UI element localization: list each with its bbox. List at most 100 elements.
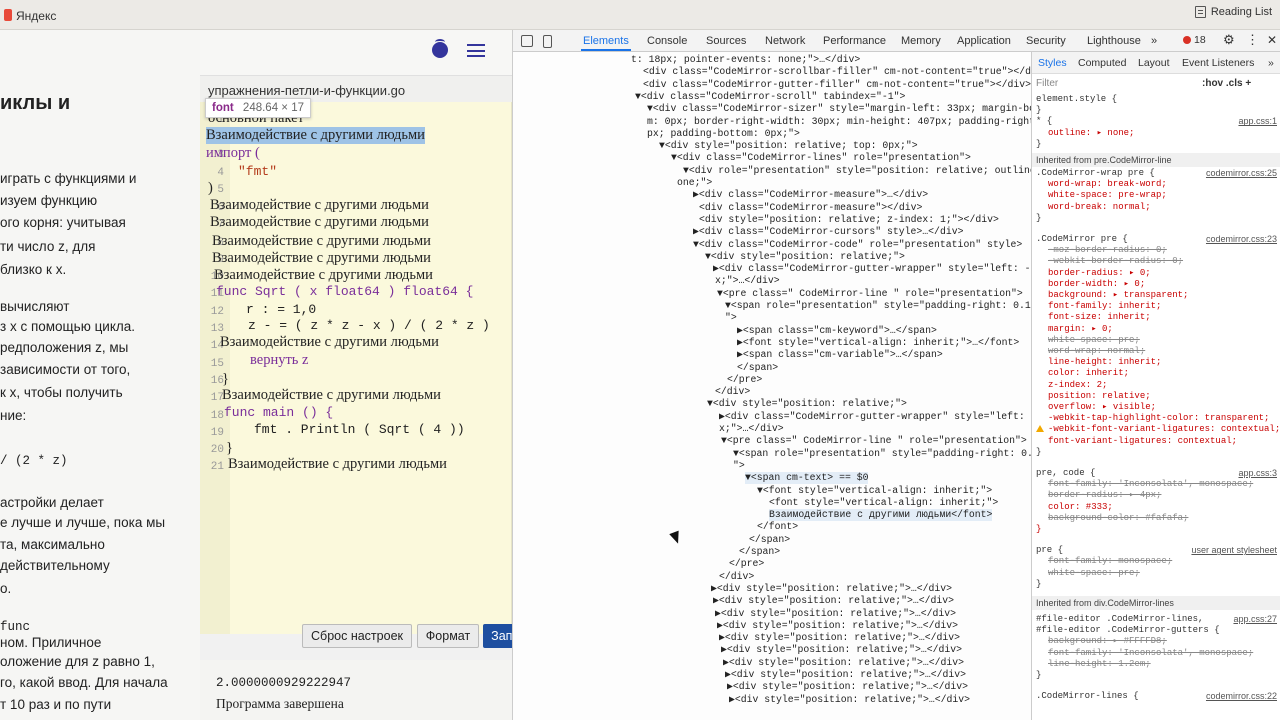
css-selector[interactable]: .CodeMirror pre {: [1036, 234, 1128, 245]
css-declaration[interactable]: }: [1036, 447, 1041, 458]
code-editor[interactable]: 1 2 3 4 5 6 7 8 9 10 11 12 13 14 15 16 1…: [200, 102, 512, 634]
dom-node-line[interactable]: <div class="CodeMirror-scrollbar-filler"…: [643, 66, 1031, 78]
tab-security[interactable]: Security: [1026, 35, 1066, 47]
error-count-badge[interactable]: 18: [1183, 34, 1206, 46]
dom-node-line[interactable]: ▶<div style="position: relative;">…</div…: [713, 595, 954, 607]
dom-node-line[interactable]: </pre>: [727, 374, 762, 386]
css-declaration[interactable]: border-radius: ▸ 0;: [1048, 268, 1151, 279]
dom-node-line[interactable]: ▼<font style="vertical-align: inherit;">: [757, 485, 992, 497]
dom-node-line[interactable]: ▶<div class="CodeMirror-cursors" style>……: [693, 226, 963, 238]
tab-styles[interactable]: Styles: [1038, 57, 1067, 69]
dom-node-line[interactable]: ▼<span role="presentation" style="paddin…: [733, 448, 1031, 460]
css-declaration[interactable]: line-height: inherit;: [1048, 357, 1161, 368]
dom-node-line[interactable]: ">: [733, 460, 745, 472]
dom-node-line[interactable]: </font>: [757, 521, 798, 533]
css-declaration[interactable]: }: [1036, 139, 1041, 150]
css-declaration[interactable]: }: [1036, 105, 1041, 116]
tab-computed[interactable]: Computed: [1078, 57, 1126, 69]
close-icon[interactable]: ✕: [1267, 33, 1277, 47]
css-selector[interactable]: pre, code {: [1036, 468, 1095, 479]
css-selector[interactable]: .CodeMirror-lines {: [1036, 691, 1139, 702]
dom-node-line[interactable]: ▼<div class="CodeMirror-scroll" tabindex…: [635, 91, 905, 103]
dom-node-line[interactable]: ▼<div role="presentation" style="positio…: [683, 165, 1031, 177]
css-declaration[interactable]: position: relative;: [1048, 391, 1151, 402]
css-declaration[interactable]: font-size: inherit;: [1048, 312, 1151, 323]
css-declaration[interactable]: line-height: 1.2em;: [1048, 659, 1151, 670]
css-declaration[interactable]: color: #333;: [1048, 502, 1113, 513]
tab-sources[interactable]: Sources: [706, 35, 746, 47]
css-declaration[interactable]: white-space: pre;: [1048, 568, 1140, 579]
css-declaration[interactable]: -webkit-tap-highlight-color: transparent…: [1048, 413, 1269, 424]
dom-node-line[interactable]: ▶<div style="position: relative;">…</div…: [727, 681, 968, 693]
dom-node-line[interactable]: ▶<font style="vertical-align: inherit;">…: [737, 337, 1019, 349]
css-declaration[interactable]: font-family: 'Inconsolata', monospace;: [1048, 648, 1253, 659]
dom-node-line[interactable]: ▶<div style="position: relative;">…</div…: [721, 644, 962, 656]
tab-memory[interactable]: Memory: [901, 35, 941, 47]
dom-node-line[interactable]: </span>: [749, 534, 790, 546]
css-declaration[interactable]: background: ▸ #FFFFD8;: [1048, 636, 1167, 647]
kebab-menu-icon[interactable]: ⋮: [1246, 32, 1259, 48]
dom-node-line[interactable]: ▶<div style="position: relative;">…</div…: [717, 620, 958, 632]
style-source-link[interactable]: codemirror.css:25: [1206, 168, 1277, 179]
dom-node-line[interactable]: m: 0px; border-right-width: 30px; min-he…: [647, 116, 1031, 128]
dom-node-line[interactable]: ▼<span role="presentation" style="paddin…: [725, 300, 1031, 312]
css-declaration[interactable]: -webkit-border-radius: 0;: [1048, 256, 1183, 267]
css-declaration[interactable]: color: inherit;: [1048, 368, 1129, 379]
style-source-link[interactable]: codemirror.css:23: [1206, 234, 1277, 245]
tab-console[interactable]: Console: [647, 35, 687, 47]
style-source-link[interactable]: app.css:27: [1233, 614, 1277, 625]
css-selector[interactable]: #file-editor .CodeMirror-gutters {: [1036, 625, 1220, 636]
styles-filter-input[interactable]: Filter: [1036, 78, 1058, 89]
browser-tab-title[interactable]: Яндекс: [16, 9, 56, 23]
css-declaration[interactable]: border-radius: ▸ 4px;: [1048, 490, 1161, 501]
dom-node-line[interactable]: one;">: [677, 177, 712, 189]
css-declaration[interactable]: font-family: inherit;: [1048, 301, 1161, 312]
dom-node-line[interactable]: ▼<pre class=" CodeMirror-line " role="pr…: [717, 288, 1023, 300]
dom-node-line[interactable]: ">: [725, 312, 737, 324]
hamburger-menu-icon[interactable]: [467, 44, 485, 57]
css-declaration[interactable]: }: [1036, 670, 1041, 681]
dom-node-line[interactable]: ▶<div style="position: relative;">…</div…: [729, 694, 970, 706]
tab-performance[interactable]: Performance: [823, 35, 886, 47]
css-declaration[interactable]: word-wrap: normal;: [1048, 346, 1145, 357]
dom-node-line[interactable]: </span>: [737, 362, 778, 374]
css-declaration[interactable]: font-variant-ligatures: contextual;: [1048, 436, 1237, 447]
css-declaration[interactable]: -webkit-font-variant-ligatures: contextu…: [1048, 424, 1280, 435]
dom-node-line[interactable]: ▼<div style="position: relative;">: [707, 398, 907, 410]
css-declaration[interactable]: }: [1036, 579, 1041, 590]
elements-tree[interactable]: t: 18px; pointer-events: none;">…</div> <…: [513, 52, 1031, 720]
dom-node-line[interactable]: </div>: [715, 386, 750, 398]
css-selector[interactable]: * {: [1036, 116, 1052, 127]
device-toolbar-icon[interactable]: [543, 35, 552, 48]
dom-node-line[interactable]: x;">…</div>: [715, 275, 780, 287]
css-selector[interactable]: #file-editor .CodeMirror-lines,: [1036, 614, 1203, 625]
dom-node-line[interactable]: ▶<div style="position: relative;">…</div…: [723, 657, 964, 669]
tab-network[interactable]: Network: [765, 35, 805, 47]
css-declaration[interactable]: margin: ▸ 0;: [1048, 324, 1113, 335]
css-selector[interactable]: element.style {: [1036, 94, 1117, 105]
dom-node-line[interactable]: <div style="position: relative; z-index:…: [699, 214, 999, 226]
inspect-element-icon[interactable]: [521, 35, 533, 47]
bug-icon[interactable]: [432, 39, 448, 58]
tab-more[interactable]: »: [1151, 35, 1157, 47]
style-source-link[interactable]: app.css:1: [1238, 116, 1277, 127]
dom-node-line[interactable]: </span>: [739, 546, 780, 558]
css-declaration[interactable]: font-family: monospace;: [1048, 556, 1172, 567]
css-declaration[interactable]: z-index: 2;: [1048, 380, 1107, 391]
dom-node-line[interactable]: ▼<div style="position: relative;">: [705, 251, 905, 263]
dom-node-line[interactable]: <div class="CodeMirror-measure"></div>: [699, 202, 922, 214]
tab-styles-more[interactable]: »: [1268, 57, 1274, 69]
css-declaration[interactable]: background-color: #fafafa;: [1048, 513, 1188, 524]
tab-application[interactable]: Application: [957, 35, 1011, 47]
dom-node-line[interactable]: ▶<div style="position: relative;">…</div…: [719, 632, 960, 644]
tab-elements[interactable]: Elements: [581, 35, 631, 51]
reading-list-button[interactable]: Reading List: [1194, 6, 1272, 18]
css-declaration[interactable]: white-space: pre-wrap;: [1048, 190, 1167, 201]
dom-node-line[interactable]: ▼<span cm-text> == $0: [745, 472, 869, 485]
dom-node-line[interactable]: ▼<div class="CodeMirror-code" role="pres…: [693, 239, 1022, 251]
dom-node-line[interactable]: ▶<span class="cm-variable">…</span>: [737, 349, 943, 361]
dom-node-line[interactable]: </div>: [719, 571, 754, 583]
css-selector[interactable]: pre {: [1036, 545, 1063, 556]
css-declaration[interactable]: font-family: 'Inconsolata', monospace;: [1048, 479, 1253, 490]
dom-node-line[interactable]: ▶<span class="cm-keyword">…</span>: [737, 325, 937, 337]
